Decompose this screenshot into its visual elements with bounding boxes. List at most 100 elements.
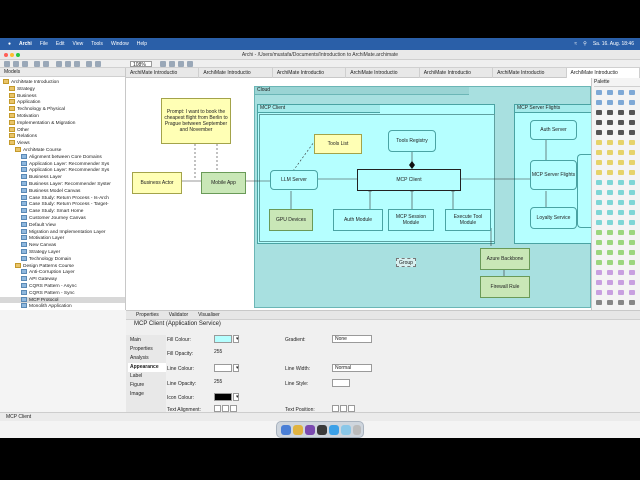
line-width-select[interactable]: Normal xyxy=(332,364,372,372)
palette-tool-icon[interactable] xyxy=(596,160,602,165)
tree-diagram[interactable]: Technology Domain xyxy=(0,255,125,263)
editor-tab[interactable]: ArchiMate Introductio xyxy=(199,68,273,78)
editor-tab-active[interactable]: ArchiMate Introductio xyxy=(566,68,640,78)
palette-tool-icon[interactable] xyxy=(607,100,613,105)
apple-icon[interactable]: ● xyxy=(8,41,11,47)
palette-tool-icon[interactable] xyxy=(629,240,635,245)
menu-view[interactable]: View xyxy=(73,41,84,47)
palette-tool-icon[interactable] xyxy=(607,290,613,295)
palette-tool-icon[interactable] xyxy=(629,90,635,95)
palette-tool-icon[interactable] xyxy=(596,170,602,175)
palette-tool-icon[interactable] xyxy=(607,280,613,285)
align-left-button[interactable] xyxy=(214,405,221,412)
palette-tool-icon[interactable] xyxy=(629,140,635,145)
firewall-rule-node[interactable]: Firewall Rule xyxy=(480,276,530,298)
menu-tools[interactable]: Tools xyxy=(91,41,103,47)
tree-diagram[interactable]: Case Study: Return Process - Target- xyxy=(0,201,125,208)
palette-tool-icon[interactable] xyxy=(607,230,613,235)
palette-tool-icon[interactable] xyxy=(629,160,635,165)
tree-diagram[interactable]: MCP Protocol xyxy=(0,296,125,304)
section-properties[interactable]: Properties xyxy=(128,345,166,354)
tree-folder[interactable]: Views xyxy=(0,140,125,147)
redo-icon[interactable] xyxy=(43,61,49,67)
app-icon[interactable] xyxy=(317,425,327,435)
menu-edit[interactable]: Edit xyxy=(56,41,65,47)
tree-diagram[interactable]: Business Layer: Recommender Syster xyxy=(0,180,125,188)
properties-icon[interactable] xyxy=(95,61,101,67)
cut-icon[interactable] xyxy=(56,61,62,67)
editor-tab[interactable]: ArchiMate Introductio xyxy=(273,68,347,78)
palette-tool-icon[interactable] xyxy=(629,250,635,255)
palette-tool-icon[interactable] xyxy=(618,220,624,225)
palette-tool-icon[interactable] xyxy=(629,290,635,295)
tree-diagram[interactable]: Anti-Corruption Layer xyxy=(0,269,125,276)
menu-window[interactable]: Window xyxy=(111,41,129,47)
section-label[interactable]: Label xyxy=(128,372,166,381)
palette-tool-icon[interactable] xyxy=(618,260,624,265)
marquee-tool-icon[interactable] xyxy=(169,61,175,67)
mobile-app-node[interactable]: Mobile App xyxy=(201,172,246,194)
palette-tool-icon[interactable] xyxy=(618,90,624,95)
palette-tool-icon[interactable] xyxy=(629,150,635,155)
diagram-canvas[interactable]: Cloud MCP Client MCP Server Flights Prom… xyxy=(126,78,591,310)
editor-tab[interactable]: ArchiMate Introductio xyxy=(493,68,567,78)
palette-tool-icon[interactable] xyxy=(629,210,635,215)
palette-tool-icon[interactable] xyxy=(607,240,613,245)
palette-tool-icon[interactable] xyxy=(596,220,602,225)
close-window-button[interactable] xyxy=(4,53,8,57)
gradient-select[interactable]: None xyxy=(332,335,372,343)
palette-tool-icon[interactable] xyxy=(629,260,635,265)
palette-tool-icon[interactable] xyxy=(596,180,602,185)
palette-tool-icon[interactable] xyxy=(596,100,602,105)
section-figure[interactable]: Figure xyxy=(128,381,166,390)
palette-tool-icon[interactable] xyxy=(618,140,624,145)
palette-tool-icon[interactable] xyxy=(629,300,635,305)
palette-tool-icon[interactable] xyxy=(607,190,613,195)
align-center-button[interactable] xyxy=(222,405,229,412)
tree-diagram[interactable]: Strategy Layer xyxy=(0,248,125,256)
tree-diagram[interactable]: Business Model Canvas xyxy=(0,187,125,195)
palette-tool-icon[interactable] xyxy=(629,230,635,235)
menu-archi[interactable]: Archi xyxy=(19,41,32,47)
tree-folder[interactable]: Implementation & Migration xyxy=(0,119,125,127)
palette-tool-icon[interactable] xyxy=(618,180,624,185)
palette-tool-icon[interactable] xyxy=(596,150,602,155)
tree-folder[interactable]: ArchiMate Introduction xyxy=(0,79,125,86)
palette-tool-icon[interactable] xyxy=(596,210,602,215)
tree-diagram[interactable]: API Gateway xyxy=(0,276,125,283)
palette-tool-icon[interactable] xyxy=(596,300,602,305)
copy-icon[interactable] xyxy=(65,61,71,67)
search-icon[interactable]: ⚲ xyxy=(583,41,587,47)
palette-tool-icon[interactable] xyxy=(607,160,613,165)
palette-tool-icon[interactable] xyxy=(618,290,624,295)
section-analysis[interactable]: Analysis xyxy=(128,354,166,363)
editor-tab[interactable]: ArchiMate Introductio xyxy=(420,68,494,78)
delete-icon[interactable] xyxy=(86,61,92,67)
palette-tool-icon[interactable] xyxy=(618,270,624,275)
palette-tool-icon[interactable] xyxy=(596,260,602,265)
execute-tool-module-node[interactable]: Execute Tool Module xyxy=(445,209,491,231)
palette-tool-icon[interactable] xyxy=(596,190,602,195)
icon-colour-button[interactable] xyxy=(214,393,232,401)
palette-tool-icon[interactable] xyxy=(607,210,613,215)
safari-icon[interactable] xyxy=(329,425,339,435)
palette-tool-icon[interactable] xyxy=(618,150,624,155)
palette-tool-icon[interactable] xyxy=(596,110,602,115)
palette-tool-icon[interactable] xyxy=(607,300,613,305)
finder-icon[interactable] xyxy=(281,425,291,435)
palette-tool-icon[interactable] xyxy=(629,170,635,175)
select-tool-icon[interactable] xyxy=(160,61,166,67)
tab-validator[interactable]: Validator xyxy=(169,311,188,319)
business-actor-node[interactable]: Business Actor xyxy=(132,172,182,194)
tools-registry-node[interactable]: Tools Registry xyxy=(388,130,436,152)
tree-folder[interactable]: Motivation xyxy=(0,112,125,120)
tree-diagram[interactable]: Monolith Application xyxy=(0,303,125,310)
mcp-session-module-node[interactable]: MCP Session Module xyxy=(388,209,434,231)
paste-icon[interactable] xyxy=(74,61,80,67)
palette-tool-icon[interactable] xyxy=(607,260,613,265)
align-right-button[interactable] xyxy=(230,405,237,412)
zoom-combo[interactable]: 108% xyxy=(130,61,152,68)
tree-diagram[interactable]: Business Layer xyxy=(0,174,125,181)
undo-icon[interactable] xyxy=(34,61,40,67)
mcp-client-node[interactable]: MCP Client xyxy=(357,169,461,191)
